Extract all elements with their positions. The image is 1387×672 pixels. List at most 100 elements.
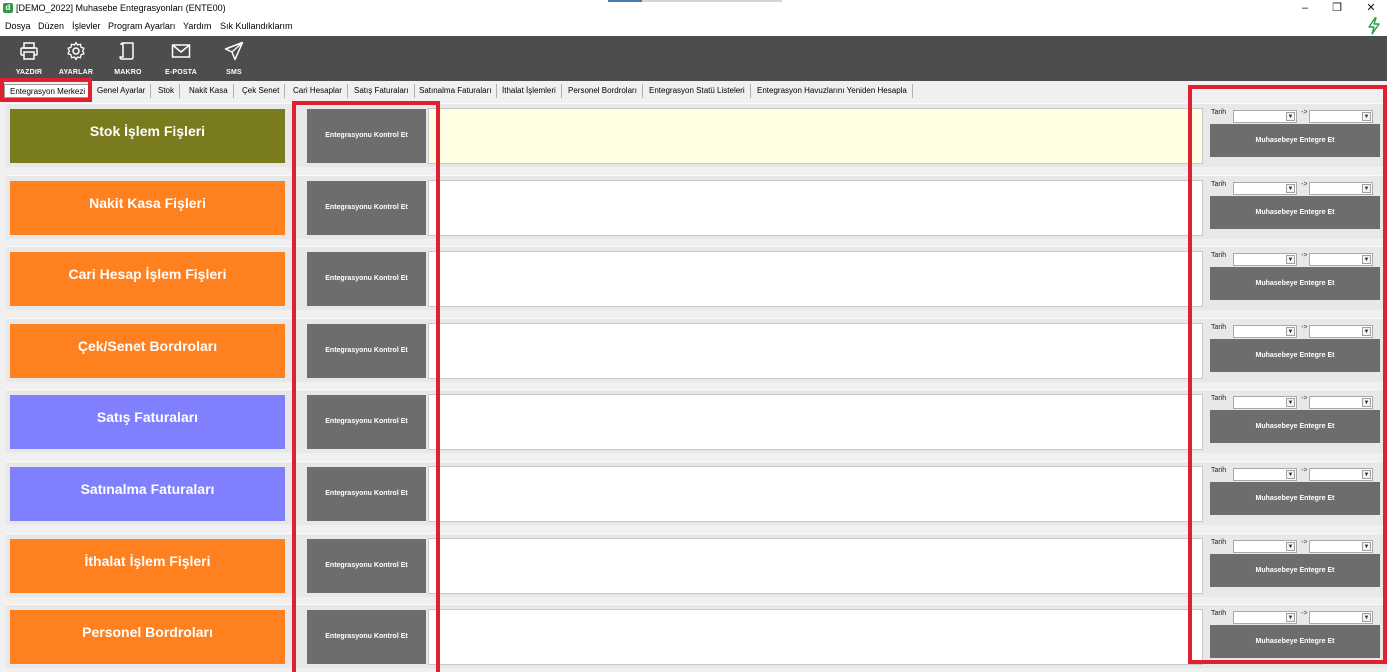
date-from-select[interactable]: ▼	[1233, 324, 1297, 338]
tab-havuzlari-yeniden-hesapla[interactable]: Entegrasyon Havuzlarını Yeniden Hesapla	[752, 84, 913, 98]
tab-bar: Entegrasyon Merkezi Genel Ayarlar Stok N…	[0, 81, 1387, 100]
envelope-icon	[171, 44, 191, 58]
toolbar: YAZDIR AYARLAR MAKRO E-POSTA SMS	[0, 36, 1387, 81]
result-memo[interactable]	[428, 322, 1203, 379]
macro-button[interactable]: MAKRO	[103, 36, 153, 81]
tab-cari-hesaplar[interactable]: Cari Hesaplar	[288, 84, 348, 98]
tab-stok[interactable]: Stok	[153, 84, 181, 98]
integrate-button[interactable]: Muhasebeye Entegre Et	[1210, 124, 1380, 157]
printer-icon	[20, 42, 38, 60]
sms-button[interactable]: SMS	[209, 36, 259, 81]
date-from-select[interactable]: ▼	[1233, 110, 1297, 123]
date-from-select[interactable]: ▼	[1233, 253, 1297, 267]
tab-nakit-kasa[interactable]: Nakit Kasa	[184, 84, 234, 98]
category-label: İthalat İşlem Fişleri	[10, 538, 285, 593]
date-to-select[interactable]: ▼	[1309, 611, 1373, 625]
date-to-select[interactable]: ▼	[1309, 181, 1373, 195]
check-integration-button[interactable]: Entegrasyonu Kontrol Et	[307, 395, 426, 450]
tab-satinalma-faturalari[interactable]: Satınalma Faturaları	[414, 84, 498, 98]
close-icon[interactable]: ✕	[1361, 1, 1381, 15]
menu-duzen[interactable]: Düzen	[38, 21, 64, 31]
check-integration-button[interactable]: Entegrasyonu Kontrol Et	[307, 180, 426, 235]
chevron-down-icon[interactable]: ▼	[1286, 255, 1295, 265]
settings-button[interactable]: AYARLAR	[51, 36, 101, 81]
result-memo[interactable]	[428, 394, 1203, 451]
date-to-select[interactable]: ▼	[1309, 110, 1373, 123]
chevron-down-icon[interactable]: ▼	[1362, 613, 1371, 623]
check-integration-button[interactable]: Entegrasyonu Kontrol Et	[307, 538, 426, 593]
tab-personel-bordrolari[interactable]: Personel Bordroları	[563, 84, 643, 98]
date-separator: ->	[1301, 538, 1308, 546]
tab-satis-faturalari[interactable]: Satış Faturaları	[349, 84, 415, 98]
date-separator: ->	[1301, 180, 1308, 188]
tab-cek-senet[interactable]: Çek Senet	[237, 84, 286, 98]
check-integration-button[interactable]: Entegrasyonu Kontrol Et	[307, 109, 426, 163]
category-label: Satınalma Faturaları	[10, 467, 285, 521]
date-label: Tarih	[1211, 538, 1227, 546]
maximize-icon[interactable]: ❐	[1327, 1, 1347, 15]
menu-yardim[interactable]: Yardım	[183, 21, 211, 31]
date-to-select[interactable]: ▼	[1309, 324, 1373, 338]
lightning-icon[interactable]	[1366, 17, 1382, 35]
integrate-button[interactable]: Muhasebeye Entegre Et	[1210, 267, 1380, 301]
chevron-down-icon[interactable]: ▼	[1286, 326, 1295, 336]
check-integration-button[interactable]: Entegrasyonu Kontrol Et	[307, 252, 426, 307]
tab-genel-ayarlar[interactable]: Genel Ayarlar	[92, 84, 152, 98]
window-title: [DEMO_2022] Muhasebe Entegrasyonları (EN…	[16, 3, 226, 13]
chevron-down-icon[interactable]: ▼	[1286, 398, 1295, 408]
chevron-down-icon[interactable]: ▼	[1286, 112, 1295, 121]
date-to-select[interactable]: ▼	[1309, 539, 1373, 553]
menu-bar: Dosya Düzen İşlevler Program Ayarları Ya…	[0, 17, 1387, 36]
menu-sik-kullandiklarim[interactable]: Sık Kullandıklarım	[220, 21, 293, 31]
integrate-button[interactable]: Muhasebeye Entegre Et	[1210, 338, 1380, 372]
date-to-select[interactable]: ▼	[1309, 396, 1373, 410]
date-to-select[interactable]: ▼	[1309, 468, 1373, 481]
category-label: Stok İşlem Fişleri	[10, 109, 285, 163]
chevron-down-icon[interactable]: ▼	[1286, 183, 1295, 193]
date-label: Tarih	[1211, 109, 1227, 116]
chevron-down-icon[interactable]: ▼	[1286, 613, 1295, 623]
result-memo[interactable]	[428, 108, 1203, 164]
check-integration-button[interactable]: Entegrasyonu Kontrol Et	[307, 323, 426, 378]
result-memo[interactable]	[428, 251, 1203, 308]
tab-entegrasyon-statu-listeleri[interactable]: Entegrasyon Statü Listeleri	[644, 84, 751, 98]
result-memo[interactable]	[428, 179, 1203, 236]
chevron-down-icon[interactable]: ▼	[1362, 470, 1371, 479]
chevron-down-icon[interactable]: ▼	[1286, 470, 1295, 479]
integrate-button[interactable]: Muhasebeye Entegre Et	[1210, 482, 1380, 515]
result-memo[interactable]	[428, 537, 1203, 594]
chevron-down-icon[interactable]: ▼	[1362, 326, 1371, 336]
result-memo[interactable]	[428, 609, 1203, 666]
integrate-button[interactable]: Muhasebeye Entegre Et	[1210, 410, 1380, 444]
top-strip-accent	[608, 0, 642, 2]
chevron-down-icon[interactable]: ▼	[1362, 541, 1371, 551]
minimize-icon[interactable]: –	[1295, 1, 1315, 15]
date-to-select[interactable]: ▼	[1309, 253, 1373, 267]
menu-dosya[interactable]: Dosya	[5, 21, 31, 31]
date-from-select[interactable]: ▼	[1233, 396, 1297, 410]
tab-ithalat-islemleri[interactable]: İthalat İşlemleri	[497, 84, 562, 98]
integration-row: Personel Bordroları Entegrasyonu Kontrol…	[6, 604, 1387, 669]
integrate-button[interactable]: Muhasebeye Entegre Et	[1210, 195, 1380, 229]
chevron-down-icon[interactable]: ▼	[1362, 255, 1371, 265]
chevron-down-icon[interactable]: ▼	[1362, 183, 1371, 193]
date-separator: ->	[1301, 395, 1308, 403]
menu-islevler[interactable]: İşlevler	[72, 21, 101, 31]
integrate-button[interactable]: Muhasebeye Entegre Et	[1210, 553, 1380, 587]
date-from-select[interactable]: ▼	[1233, 181, 1297, 195]
check-integration-button[interactable]: Entegrasyonu Kontrol Et	[307, 610, 426, 665]
print-button[interactable]: YAZDIR	[4, 36, 54, 81]
chevron-down-icon[interactable]: ▼	[1286, 541, 1295, 551]
date-from-select[interactable]: ▼	[1233, 611, 1297, 625]
chevron-down-icon[interactable]: ▼	[1362, 398, 1371, 408]
date-from-select[interactable]: ▼	[1233, 468, 1297, 481]
check-integration-button[interactable]: Entegrasyonu Kontrol Et	[307, 467, 426, 521]
menu-program-ayarlari[interactable]: Program Ayarları	[108, 21, 175, 31]
result-memo[interactable]	[428, 466, 1203, 522]
integrate-button[interactable]: Muhasebeye Entegre Et	[1210, 625, 1380, 659]
email-button[interactable]: E-POSTA	[156, 36, 206, 81]
chevron-down-icon[interactable]: ▼	[1362, 112, 1371, 121]
date-separator: ->	[1301, 323, 1308, 331]
tab-entegrasyon-merkezi[interactable]: Entegrasyon Merkezi	[4, 84, 92, 98]
date-from-select[interactable]: ▼	[1233, 539, 1297, 553]
